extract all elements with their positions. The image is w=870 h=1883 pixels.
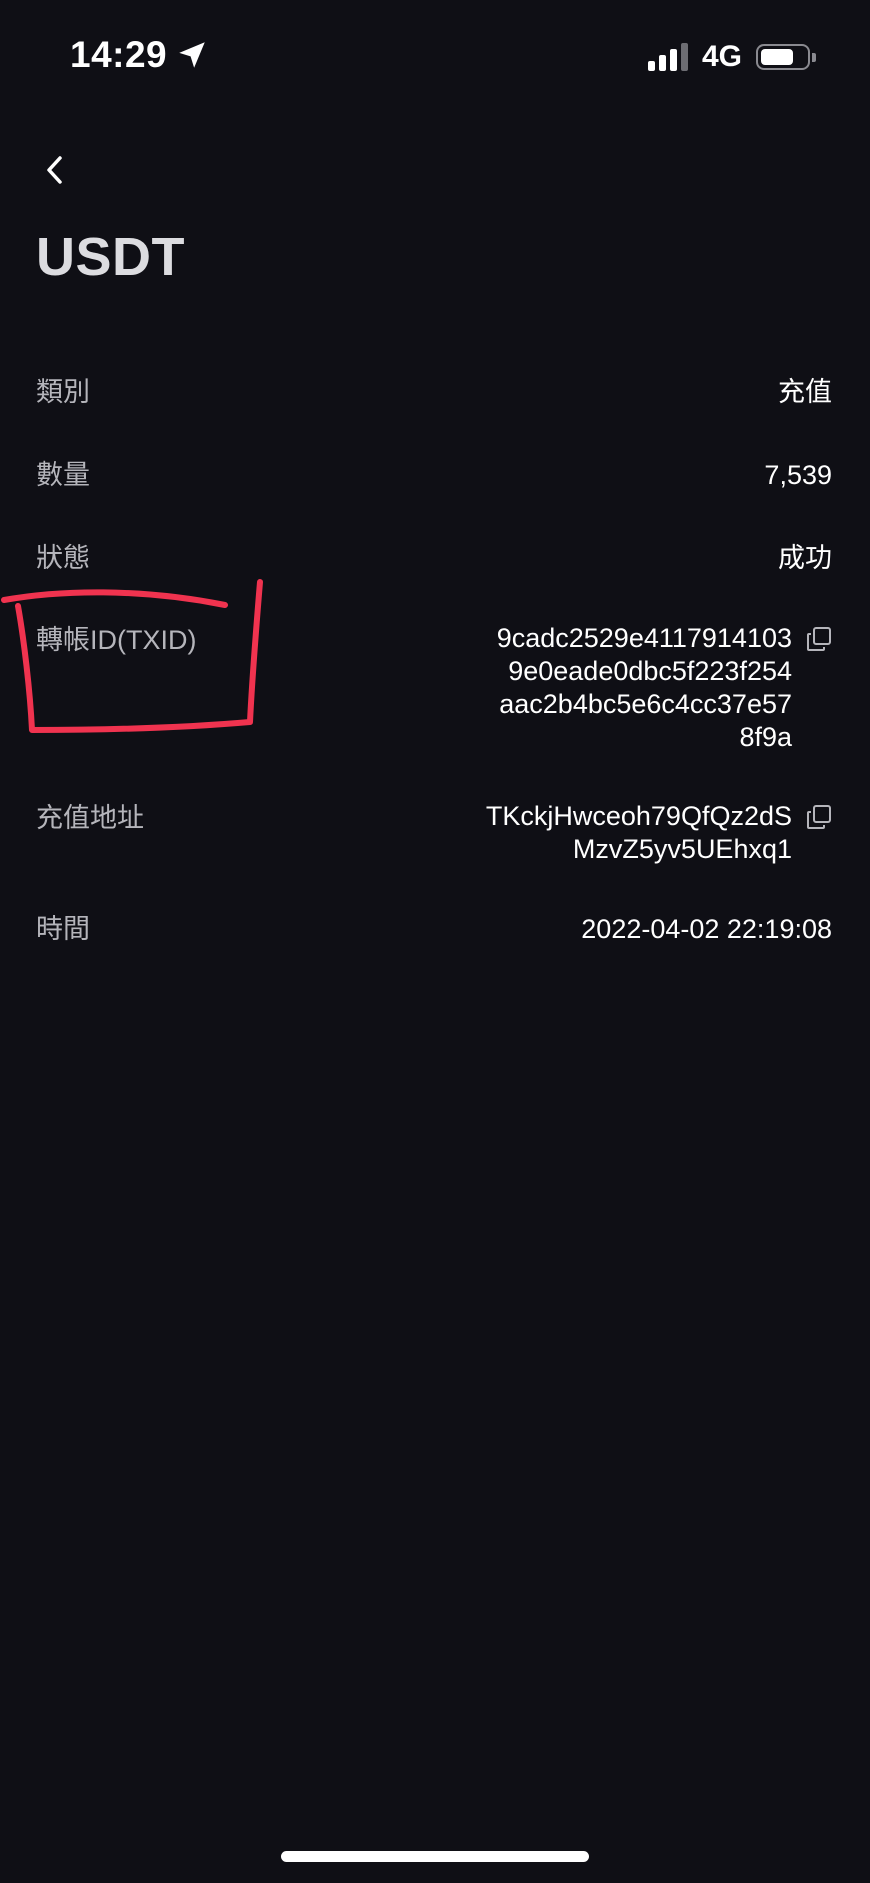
txid-label: 轉帳ID(TXID): [36, 625, 197, 655]
copy-icon[interactable]: [806, 804, 832, 830]
location-arrow-icon: [179, 42, 205, 68]
detail-row-time: 時間 2022-04-02 22:19:08: [36, 911, 832, 947]
status-time-text: 14:29: [70, 34, 168, 75]
detail-row-deposit-address: 充值地址 TKckjHwceoh79QfQz2dS MzvZ5yv5UEhxq1: [36, 800, 832, 866]
txid-line: 9cadc2529e4117914103: [496, 623, 792, 653]
time-label: 時間: [36, 914, 90, 944]
status-indicators: 4G: [647, 40, 816, 74]
status-value: 成功: [778, 543, 832, 573]
deposit-address-line: TKckjHwceoh79QfQz2dS: [485, 801, 792, 831]
signal-icon: [647, 43, 688, 71]
txid-line: 8f9a: [739, 722, 792, 752]
network-type: 4G: [701, 40, 742, 73]
status-label: 狀態: [36, 543, 90, 573]
txid-value-group: 9cadc2529e4117914103 9e0eade0dbc5f223f25…: [497, 622, 832, 754]
txid-value[interactable]: 9cadc2529e4117914103 9e0eade0dbc5f223f25…: [497, 622, 792, 754]
chevron-left-icon: [47, 156, 62, 184]
home-indicator[interactable]: [281, 1851, 589, 1862]
back-button[interactable]: [36, 148, 72, 192]
page-title: USDT: [36, 227, 185, 287]
amount-label: 數量: [36, 460, 90, 490]
detail-row-category: 類別 充值: [36, 374, 832, 410]
detail-row-txid: 轉帳ID(TXID) 9cadc2529e4117914103 9e0eade0…: [36, 622, 832, 754]
deposit-address-value-group: TKckjHwceoh79QfQz2dS MzvZ5yv5UEhxq1: [486, 800, 832, 866]
detail-row-status: 狀態 成功: [36, 540, 832, 576]
battery-level: [761, 49, 793, 65]
battery-icon: [756, 44, 816, 70]
status-bar: 14:29 4G: [0, 0, 870, 110]
deposit-address-value[interactable]: TKckjHwceoh79QfQz2dS MzvZ5yv5UEhxq1: [486, 800, 792, 866]
time-value: 2022-04-02 22:19:08: [581, 914, 832, 944]
category-label: 類別: [36, 377, 90, 407]
deposit-address-line: MzvZ5yv5UEhxq1: [572, 834, 792, 864]
copy-icon[interactable]: [806, 626, 832, 652]
status-time: 14:29: [70, 34, 209, 76]
txid-line: 9e0eade0dbc5f223f254: [508, 656, 792, 686]
deposit-address-label: 充值地址: [36, 803, 144, 833]
amount-value: 7,539: [764, 460, 832, 490]
txid-line: aac2b4bc5e6c4cc37e57: [499, 689, 792, 719]
detail-row-amount: 數量 7,539: [36, 457, 832, 493]
category-value: 充值: [778, 377, 832, 407]
